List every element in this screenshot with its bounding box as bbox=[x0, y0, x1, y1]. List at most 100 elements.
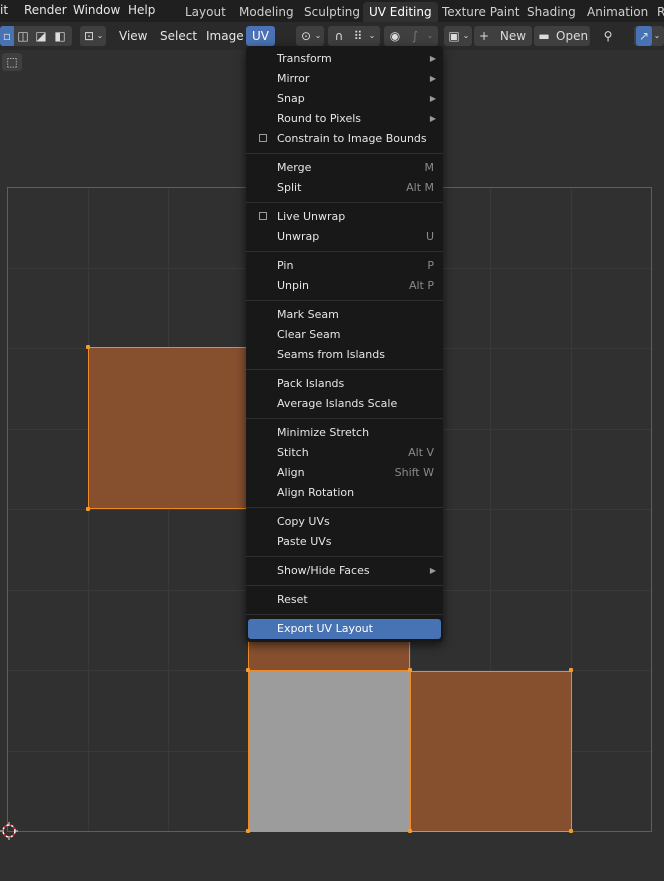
menu-separator bbox=[246, 369, 443, 370]
menu-item-align-rotation[interactable]: Align Rotation bbox=[248, 483, 441, 503]
checkbox[interactable] bbox=[259, 134, 267, 142]
pin-icon[interactable]: ⚲ bbox=[598, 26, 618, 46]
uv-vertex[interactable] bbox=[246, 829, 250, 833]
menu-separator bbox=[246, 153, 443, 154]
menu-item-live-unwrap[interactable]: Live Unwrap bbox=[248, 207, 441, 227]
shortcut-hint: P bbox=[427, 259, 434, 272]
tab-layout[interactable]: Layout bbox=[179, 2, 232, 22]
select-box-icon: ⬚ bbox=[6, 55, 18, 69]
snap-magnet-icon[interactable]: ∩ bbox=[330, 26, 348, 46]
chevron-down-icon: ⌄ bbox=[96, 31, 104, 40]
menu-item-constrain-to-image-bounds[interactable]: Constrain to Image Bounds bbox=[248, 129, 441, 149]
tab-sculpting[interactable]: Sculpting bbox=[298, 2, 366, 22]
menu-item-export-uv-layout[interactable]: Export UV Layout bbox=[248, 619, 441, 639]
menu-help[interactable]: Help bbox=[128, 0, 155, 22]
tab-rendering[interactable]: R bbox=[651, 2, 664, 22]
menu-edit[interactable]: it bbox=[0, 0, 8, 22]
uv-face[interactable] bbox=[410, 671, 572, 832]
menu-item-merge[interactable]: Merge M bbox=[248, 158, 441, 178]
menu-item-pin[interactable]: Pin P bbox=[248, 256, 441, 276]
uv-vertex[interactable] bbox=[408, 829, 412, 833]
menu-separator bbox=[246, 556, 443, 557]
uv-vertex[interactable] bbox=[569, 668, 573, 672]
submenu-arrow-icon: ▶ bbox=[429, 54, 436, 63]
menu-item-paste-uvs[interactable]: Paste UVs bbox=[248, 532, 441, 552]
select-menu[interactable]: Select bbox=[154, 26, 203, 46]
edge-select-icon[interactable]: ◫ bbox=[14, 26, 32, 46]
plus-icon: + bbox=[478, 29, 490, 43]
submenu-arrow-icon: ▶ bbox=[429, 114, 436, 123]
chevron-down-icon[interactable]: ⌄ bbox=[424, 26, 436, 46]
folder-icon: ▬ bbox=[538, 29, 550, 43]
pivot-icon: ⊙ bbox=[300, 29, 312, 43]
menu-item-unwrap[interactable]: Unwrap U bbox=[248, 227, 441, 247]
menu-item-seams-from-islands[interactable]: Seams from Islands bbox=[248, 345, 441, 365]
new-image-button[interactable]: + New bbox=[474, 26, 532, 46]
menu-item-copy-uvs[interactable]: Copy UVs bbox=[248, 512, 441, 532]
shortcut-hint: M bbox=[424, 161, 435, 174]
uv-vertex[interactable] bbox=[569, 829, 573, 833]
image-browse-dropdown[interactable]: ▣ ⌄ bbox=[444, 26, 472, 46]
uv-menu-button[interactable]: UV bbox=[246, 26, 275, 46]
uv-face[interactable] bbox=[248, 671, 410, 832]
menu-item-split[interactable]: Split Alt M bbox=[248, 178, 441, 198]
menu-item-unpin[interactable]: Unpin Alt P bbox=[248, 276, 441, 296]
proportional-edit-icon[interactable]: ◉ bbox=[386, 26, 404, 46]
menu-item-minimize-stretch[interactable]: Minimize Stretch bbox=[248, 423, 441, 443]
gizmo-dropdown[interactable]: ↗ ⌄ bbox=[634, 26, 664, 46]
submenu-arrow-icon: ▶ bbox=[429, 94, 436, 103]
menu-window[interactable]: Window bbox=[73, 0, 120, 22]
menu-item-average-islands-scale[interactable]: Average Islands Scale bbox=[248, 394, 441, 414]
tab-modeling[interactable]: Modeling bbox=[233, 2, 300, 22]
menu-render[interactable]: Render bbox=[24, 0, 67, 22]
view-menu[interactable]: View bbox=[113, 26, 153, 46]
menu-item-snap[interactable]: Snap ▶ bbox=[248, 89, 441, 109]
uv-vertex[interactable] bbox=[246, 668, 250, 672]
menu-separator bbox=[246, 300, 443, 301]
uv-vertex[interactable] bbox=[86, 507, 90, 511]
menu-item-stitch[interactable]: Stitch Alt V bbox=[248, 443, 441, 463]
image-menu[interactable]: Image bbox=[200, 26, 250, 46]
menu-item-reset[interactable]: Reset bbox=[248, 590, 441, 610]
checkbox[interactable] bbox=[259, 212, 267, 220]
tool-select-box[interactable]: ⬚ bbox=[2, 53, 22, 71]
new-label: New bbox=[499, 29, 527, 43]
falloff-curve-icon[interactable]: ∫ bbox=[406, 26, 424, 46]
snap-increment-icon[interactable]: ⠿ bbox=[350, 26, 366, 46]
sticky-selection-dropdown[interactable]: ⊡ ⌄ bbox=[80, 26, 106, 46]
menu-item-mirror[interactable]: Mirror ▶ bbox=[248, 69, 441, 89]
tab-texture-paint[interactable]: Texture Paint bbox=[436, 2, 525, 22]
menu-item-round-to-pixels[interactable]: Round to Pixels ▶ bbox=[248, 109, 441, 129]
menu-item-mark-seam[interactable]: Mark Seam bbox=[248, 305, 441, 325]
tab-uv-editing[interactable]: UV Editing bbox=[363, 2, 438, 22]
tab-animation[interactable]: Animation bbox=[581, 2, 654, 22]
tab-shading[interactable]: Shading bbox=[521, 2, 582, 22]
menu-separator bbox=[246, 418, 443, 419]
uv-dropdown-menu: Transform ▶ Mirror ▶ Snap ▶ Round to Pix… bbox=[246, 46, 443, 642]
vertex-select-icon[interactable]: ▫ bbox=[0, 26, 14, 46]
chevron-down-icon: ⌄ bbox=[653, 31, 661, 40]
pivot-dropdown[interactable]: ⊙ ⌄ bbox=[296, 26, 324, 46]
shortcut-hint: Alt V bbox=[408, 446, 434, 459]
top-menu-bar: it Render Window Help Layout Modeling Sc… bbox=[0, 0, 664, 22]
sticky-mode-icon: ⊡ bbox=[83, 29, 95, 43]
menu-item-pack-islands[interactable]: Pack Islands bbox=[248, 374, 441, 394]
open-image-button[interactable]: ▬ Open bbox=[534, 26, 590, 46]
menu-item-transform[interactable]: Transform ▶ bbox=[248, 49, 441, 69]
shortcut-hint: Alt M bbox=[406, 181, 434, 194]
menu-item-clear-seam[interactable]: Clear Seam bbox=[248, 325, 441, 345]
shortcut-hint: Alt P bbox=[408, 279, 434, 292]
chevron-down-icon[interactable]: ⌄ bbox=[366, 26, 378, 46]
face-select-icon[interactable]: ◪ bbox=[32, 26, 50, 46]
uv-vertex[interactable] bbox=[408, 668, 412, 672]
menu-item-show-hide-faces[interactable]: Show/Hide Faces ▶ bbox=[248, 561, 441, 581]
island-select-icon[interactable]: ◧ bbox=[50, 26, 70, 46]
uv-vertex[interactable] bbox=[86, 345, 90, 349]
2d-cursor-icon[interactable] bbox=[0, 822, 18, 840]
shortcut-hint: Shift W bbox=[394, 466, 434, 479]
gizmo-icon: ↗ bbox=[636, 26, 652, 46]
menu-separator bbox=[246, 507, 443, 508]
submenu-arrow-icon: ▶ bbox=[429, 566, 436, 575]
menu-item-align[interactable]: Align Shift W bbox=[248, 463, 441, 483]
uv-face[interactable] bbox=[88, 347, 250, 509]
